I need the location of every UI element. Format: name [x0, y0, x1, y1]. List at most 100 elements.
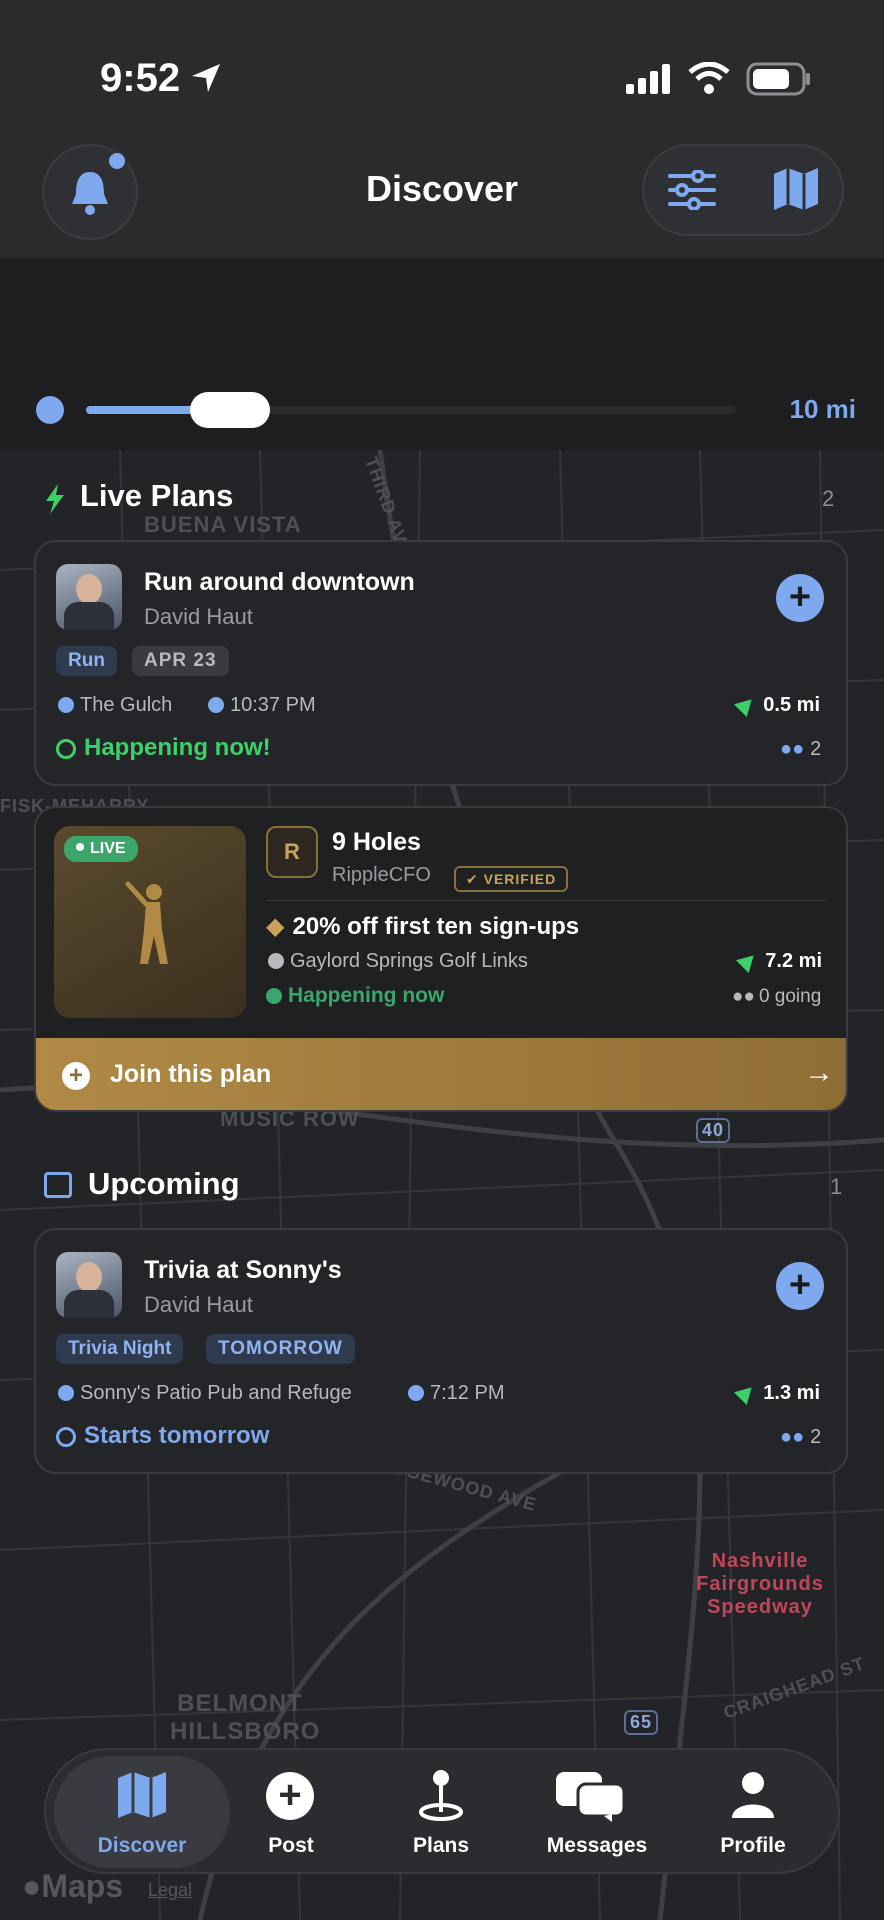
- plan-card[interactable]: Trivia at Sonny's David Haut + Trivia Ni…: [34, 1228, 848, 1474]
- divider: [266, 900, 826, 901]
- plan-time: 10:37 PM: [208, 694, 316, 717]
- status-bar: 9:52: [0, 0, 884, 130]
- tab-messages[interactable]: Messages: [522, 1756, 672, 1868]
- plan-title: Run around downtown: [144, 568, 415, 596]
- section-count-live: 2: [822, 486, 835, 511]
- plus-circle-icon: +: [62, 1062, 90, 1090]
- radius-value: 10 mi: [789, 394, 857, 424]
- header-actions: [642, 144, 844, 236]
- navigation-arrow-icon: [734, 692, 759, 718]
- maps-watermark: ●Maps: [22, 1868, 124, 1904]
- timer-icon: [56, 739, 76, 759]
- add-plan-button[interactable]: +: [776, 1262, 824, 1310]
- clock-icon: [408, 1385, 424, 1401]
- plan-location: Gaylord Springs Golf Links: [268, 950, 528, 973]
- battery-icon: [746, 62, 810, 96]
- apple-logo-icon: ●: [22, 1868, 42, 1904]
- map-icon[interactable]: [772, 166, 820, 212]
- person-icon: [732, 1772, 774, 1818]
- plan-distance: 0.5 mi: [726, 692, 820, 718]
- status-time: 9:52: [100, 56, 181, 100]
- timer-icon: [56, 1427, 76, 1447]
- promo-text: ◆ 20% off first ten sign-ups: [266, 913, 580, 940]
- interstate-shield: 65: [624, 1710, 659, 1735]
- plan-title: 9 Holes: [332, 828, 421, 856]
- tab-bar: Discover + Post Plans Messages Profile: [44, 1748, 840, 1874]
- plan-date-tag: APR 23: [132, 646, 229, 676]
- lightning-icon: [46, 484, 64, 514]
- cellular-signal-icon: [626, 64, 670, 94]
- tab-label: Plans: [412, 1834, 470, 1857]
- interstate-shield: 40: [696, 1118, 731, 1143]
- tab-profile[interactable]: Profile: [678, 1756, 828, 1868]
- plan-location: The Gulch: [58, 694, 172, 717]
- plan-host: David Haut: [144, 1292, 253, 1317]
- chat-bubbles-icon: [556, 1772, 626, 1822]
- featured-plan-card[interactable]: LIVE R 9 Holes RippleCFO ✔ VERIFIED ◆ 20%…: [34, 806, 848, 1112]
- organizer-logo: R: [266, 826, 318, 878]
- join-plan-button[interactable]: + Join this plan →: [36, 1038, 846, 1110]
- tab-label: Post: [268, 1834, 314, 1857]
- avatar: [56, 564, 122, 630]
- section-count-upcoming: 1: [830, 1174, 843, 1199]
- tab-label: Discover: [97, 1834, 187, 1857]
- plan-status: Happening now: [266, 984, 444, 1008]
- radius-slider-thumb[interactable]: [190, 392, 270, 428]
- verified-badge: ✔ VERIFIED: [454, 866, 569, 892]
- going-count: ●● 0 going: [732, 986, 822, 1007]
- arrow-right-icon: →: [804, 1056, 834, 1089]
- plan-image: LIVE: [54, 826, 246, 1018]
- plan-distance: 1.3 mi: [726, 1380, 820, 1406]
- clock-icon: [208, 697, 224, 713]
- plan-date-tag: TOMORROW: [206, 1334, 355, 1364]
- location-pin-icon: [268, 953, 284, 969]
- add-plan-button[interactable]: +: [776, 574, 824, 622]
- organizer-name: RippleCFO: [332, 864, 431, 886]
- clock-icon: [266, 988, 282, 1004]
- calendar-icon: [44, 1172, 72, 1198]
- location-pin-icon: [58, 697, 74, 713]
- map-icon: [118, 1772, 166, 1818]
- plan-tag: Run: [56, 646, 117, 676]
- section-title-live: Live Plans: [80, 478, 234, 513]
- plus-circle-icon: +: [266, 1772, 314, 1820]
- avatar: [56, 1252, 122, 1318]
- plan-status: Happening now!: [56, 734, 271, 762]
- verified-check-icon: ✔: [466, 871, 484, 887]
- wifi-icon: [688, 62, 730, 94]
- section-title-upcoming: Upcoming: [88, 1166, 240, 1201]
- live-badge: LIVE: [64, 836, 138, 862]
- tab-plans[interactable]: Plans: [366, 1756, 516, 1868]
- tab-label: Messages: [546, 1834, 648, 1857]
- map-label: BELMONT HILLSBORO: [170, 1690, 321, 1745]
- pin-icon: [419, 1770, 463, 1821]
- golfer-icon: [125, 881, 168, 964]
- tab-label: Profile: [720, 1834, 786, 1857]
- radius-filter: 10 mi: [0, 258, 884, 450]
- plan-tag: Trivia Night: [56, 1334, 184, 1364]
- plan-location: Sonny's Patio Pub and Refuge: [58, 1382, 352, 1405]
- plan-attendees: ●● 2: [780, 1426, 822, 1448]
- plan-distance: 7.2 mi: [726, 948, 822, 974]
- plan-host: David Haut: [144, 604, 253, 629]
- map-poi-label[interactable]: Nashville Fairgrounds Speedway: [690, 1550, 830, 1619]
- location-arrow-icon: [192, 64, 220, 92]
- plan-title: Trivia at Sonny's: [144, 1256, 342, 1284]
- plan-time: 7:12 PM: [408, 1382, 504, 1405]
- tag-icon: ◆: [266, 913, 285, 940]
- plan-attendees: ●● 2: [780, 738, 822, 760]
- legal-link[interactable]: Legal: [148, 1880, 192, 1901]
- people-icon: ●●: [780, 1426, 805, 1448]
- navigation-arrow-icon: [736, 948, 761, 974]
- plan-card[interactable]: Run around downtown David Haut + Run APR…: [34, 540, 848, 786]
- navigation-arrow-icon: [734, 1380, 759, 1406]
- plan-status: Starts tomorrow: [56, 1422, 269, 1450]
- app-header: Discover: [0, 130, 884, 258]
- location-arrow-icon: [36, 396, 64, 424]
- tab-discover[interactable]: Discover: [54, 1756, 230, 1868]
- filter-sliders-icon[interactable]: [668, 170, 716, 210]
- map-label: BUENA VISTA: [144, 512, 302, 537]
- tab-post[interactable]: + Post: [216, 1756, 366, 1868]
- people-icon: ●●: [780, 738, 805, 760]
- people-icon: ●●: [732, 986, 755, 1007]
